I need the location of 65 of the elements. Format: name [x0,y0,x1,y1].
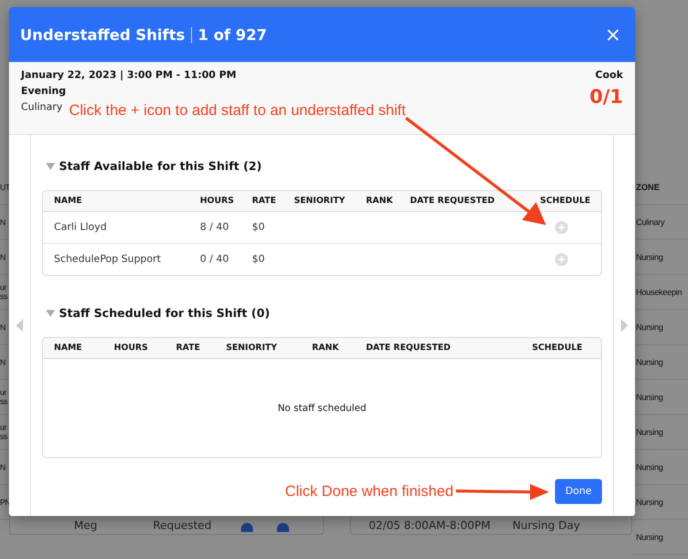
column-header: RATE [252,196,278,206]
background-text: Nursing [636,462,663,472]
plus-icon [558,224,565,231]
empty-message: No staff scheduled [278,402,366,414]
annotation-text: Click the + icon to add staff to an understaffed shift [69,102,406,119]
column-header: SCHEDULE [540,196,592,206]
column-header: HOURS [114,343,149,353]
column-header: NAME [54,196,83,206]
background-text: Nursing [636,322,663,332]
section-title: Staff Scheduled for this Shift (0) [59,306,270,320]
next-arrow-icon[interactable] [621,319,628,332]
add-button[interactable] [555,221,568,234]
shift-period: Evening [21,86,66,97]
column-header: HOURS [200,196,235,206]
column-header: SENIORITY [226,343,278,353]
shift-role: Cook [595,70,623,81]
background-text: 02/05 8:00AM-8:00PM [368,519,490,532]
shift-counter: 1 of 927 [198,26,267,44]
background-text: Meg [74,519,98,532]
background-text: ur ss [0,423,8,441]
background-text: Nursing Day [512,519,580,532]
background-text: N [0,462,6,472]
caret-down-icon[interactable] [46,310,55,316]
table-cell-text: $0 [252,254,266,265]
staffing-count: 0/1 [590,86,623,108]
table-cell-text: $0 [252,222,266,233]
column-header: SCHEDULE [532,343,584,353]
annotation-text: Click Done when finished [285,483,454,500]
background-text: Nursing [636,497,663,507]
background-text: Nursing [636,252,663,262]
done-button[interactable]: Done [555,479,602,504]
background-text: N [0,358,6,366]
previous-arrow-icon[interactable] [16,319,23,332]
column-header: NAME [54,343,83,353]
column-header: RANK [312,343,340,353]
add-button[interactable] [555,253,568,266]
background-text: Housekeepin [636,287,682,297]
section-title: Staff Available for this Shift (2) [59,159,262,173]
background-text: Nursing [636,427,663,437]
background-text: N [0,252,6,262]
background-text: ur ss [0,283,8,301]
shift-date-time: January 22, 2023 | 3:00 PM - 11:00 PM [21,70,236,81]
column-header: DATE REQUESTED [410,196,496,206]
background-text: Requested [153,519,212,532]
background-text: Culinary [636,217,664,227]
background-text: Nursing [636,392,663,402]
column-header: RANK [366,196,394,206]
close-button[interactable] [605,26,621,42]
table-cell-text: 8 / 40 [200,222,230,233]
caret-down-icon[interactable] [46,162,55,170]
background-text: Nursing [636,357,663,367]
column-header: SENIORITY [294,196,346,206]
shift-department: Culinary [21,102,62,113]
background-text: UT [0,182,10,192]
table-cell-text: Carli Lloyd [54,222,108,233]
column-header: RATE [176,343,202,353]
column-header: DATE REQUESTED [366,343,452,353]
modal-title: Understaffed Shifts [20,26,185,44]
background-text: Nursing [636,532,663,542]
table-cell-text: 0 / 40 [200,254,230,265]
background-text: ur ss [0,388,8,406]
plus-icon [558,256,565,263]
background-text: N [0,322,6,332]
table-cell-text: SchedulePop Support [54,254,162,265]
background-text: N [0,218,6,226]
